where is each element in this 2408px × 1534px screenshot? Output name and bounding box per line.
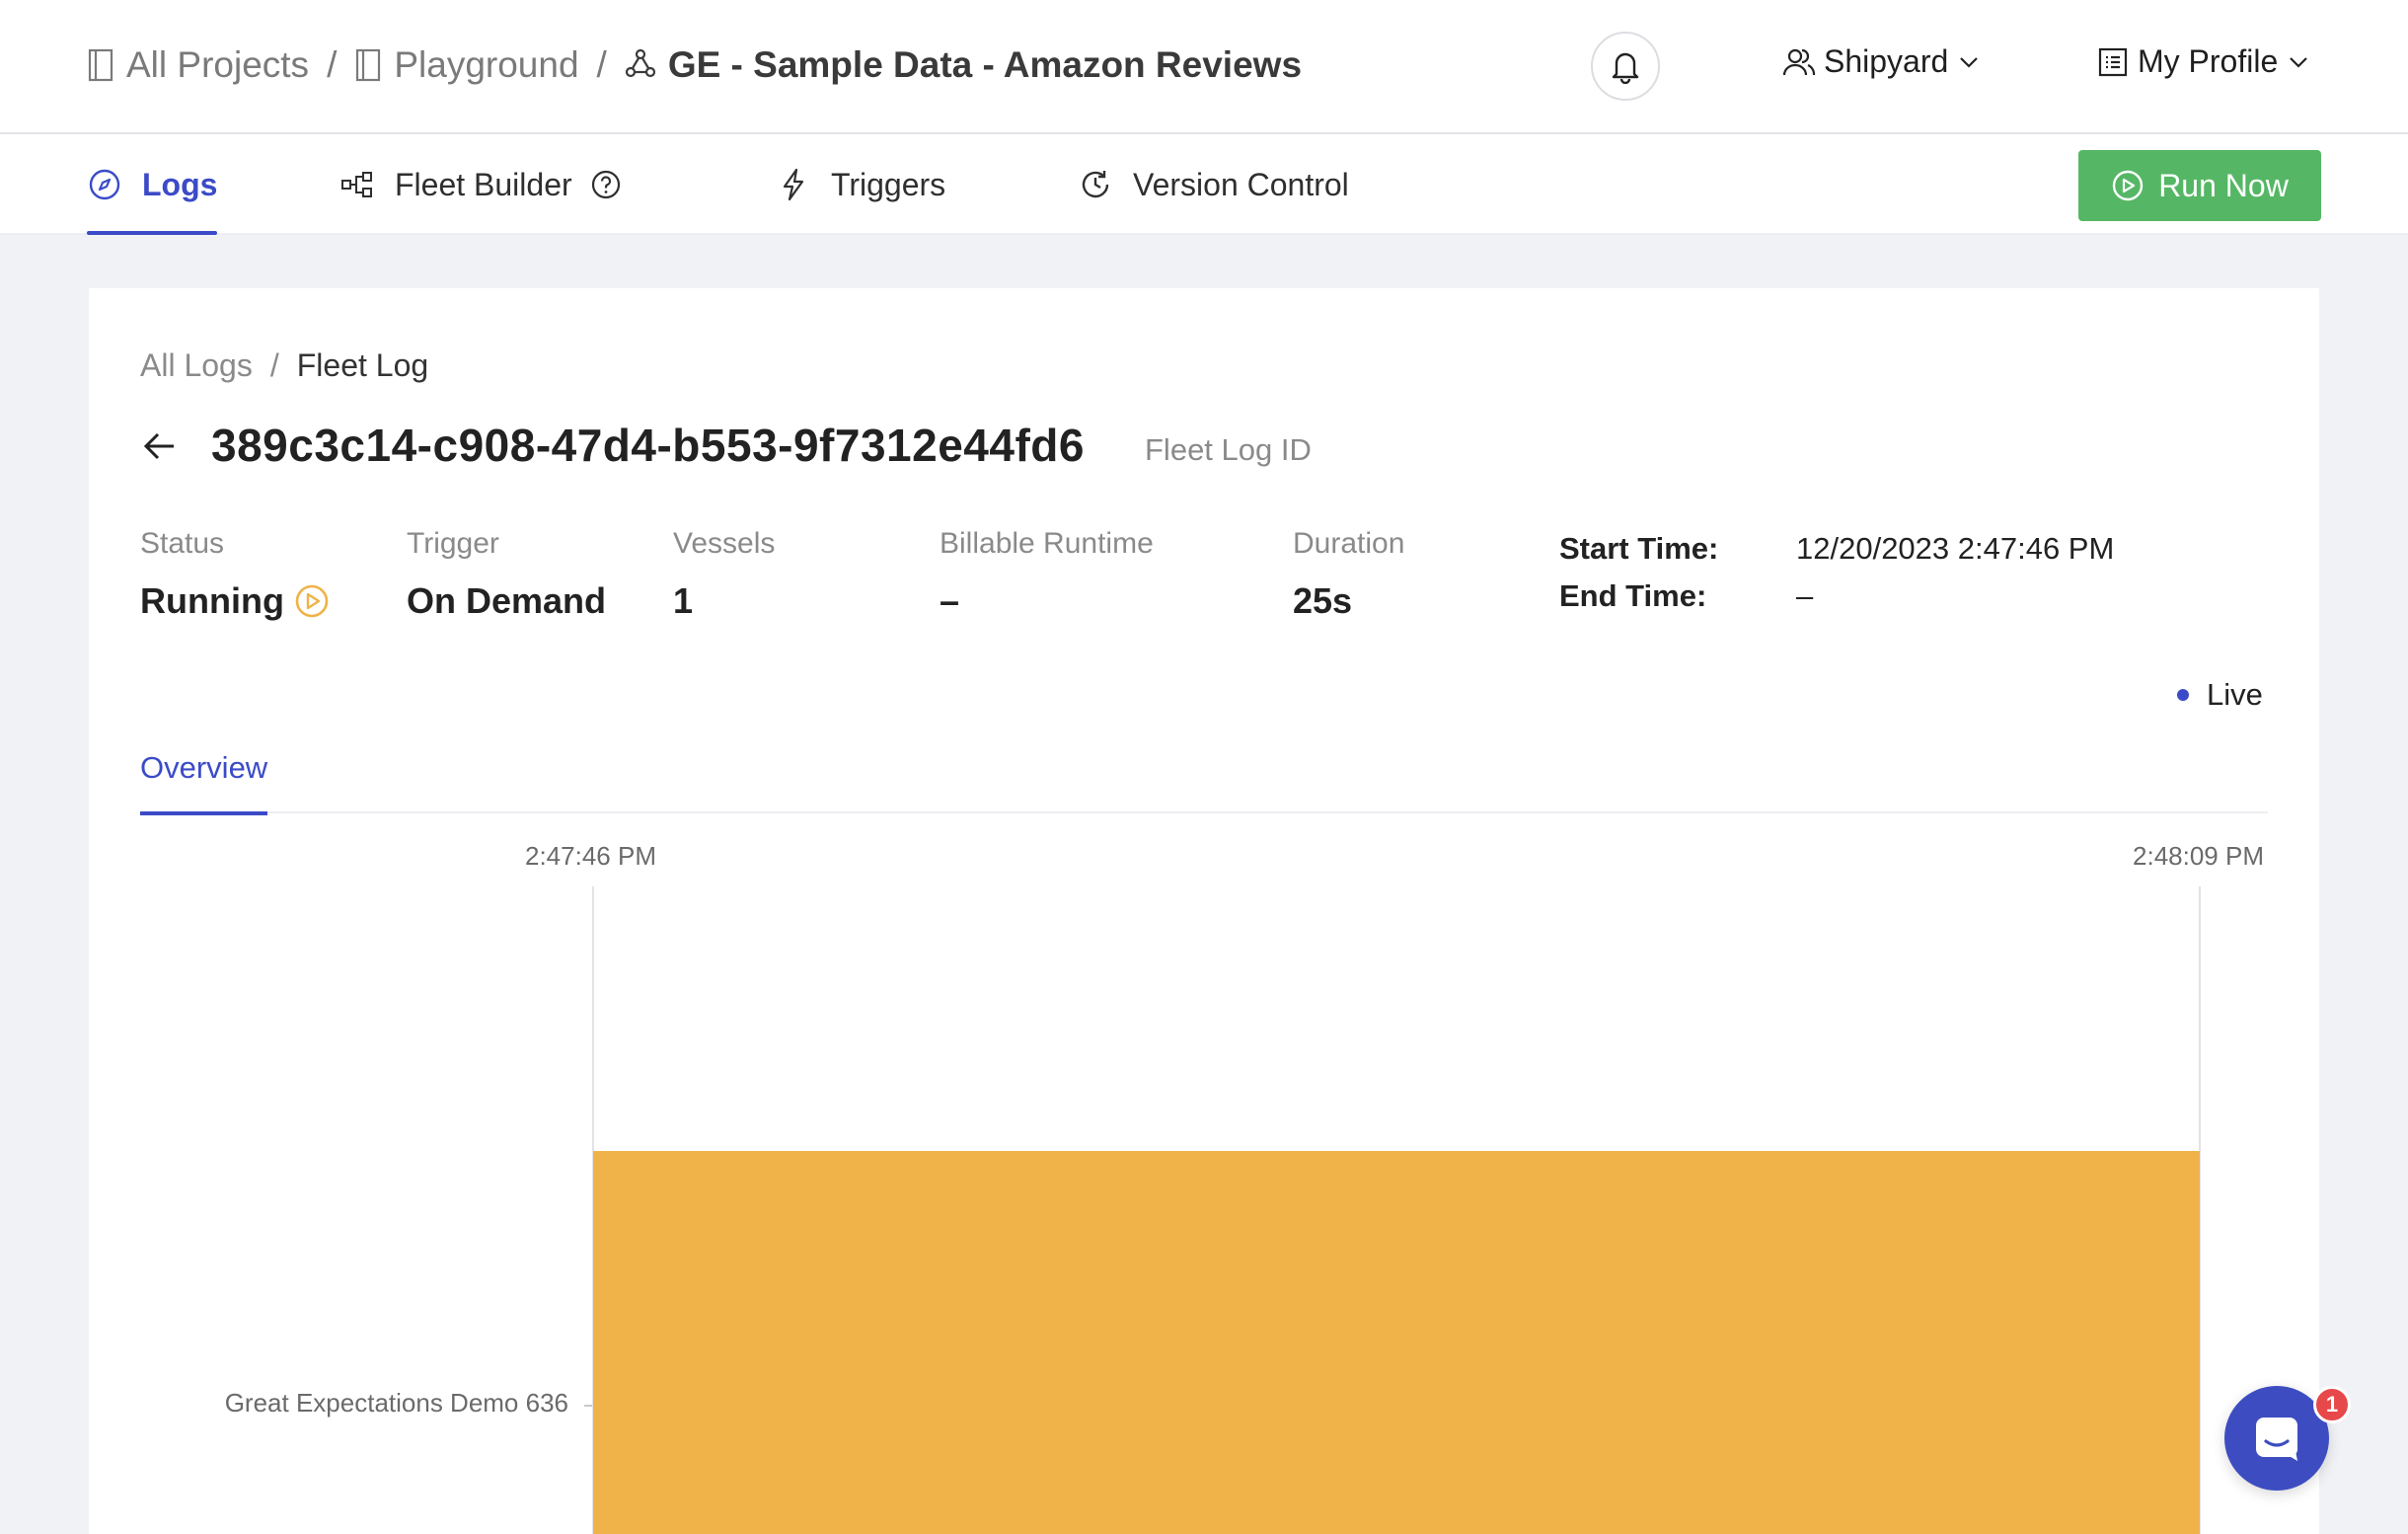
chevron-down-icon <box>1958 51 1980 73</box>
breadcrumb-label: Playground <box>394 44 579 85</box>
breadcrumb-separator: / <box>327 44 338 85</box>
org-menu-label: Shipyard <box>1824 43 1949 79</box>
top-bar: All Projects / Playground / GE - Sample … <box>0 0 2408 134</box>
profile-menu-label: My Profile <box>2138 43 2279 79</box>
vessels-field: Vessels 1 <box>673 527 775 622</box>
history-icon <box>1078 167 1113 202</box>
end-time-value: – <box>1796 578 1814 613</box>
notifications-button[interactable] <box>1591 32 1660 101</box>
timeline-row-tick <box>584 1405 592 1407</box>
back-button[interactable] <box>140 426 180 466</box>
vessels-label: Vessels <box>673 527 776 560</box>
tab-label: Logs <box>142 166 218 202</box>
org-menu[interactable]: Shipyard <box>1782 43 1980 80</box>
duration-value: 25s <box>1293 580 1353 621</box>
start-time-label: Start Time: <box>1559 531 1719 566</box>
profile-card-icon <box>2096 45 2130 79</box>
tab-version-control[interactable]: Version Control <box>1078 134 1349 235</box>
billable-runtime-field: Billable Runtime – <box>940 527 1154 622</box>
fleet-tabs: Logs Fleet Builder Triggers Version Cont… <box>0 134 2408 235</box>
status-value: Running <box>140 580 284 621</box>
vessel-run-bar[interactable] <box>593 1151 2200 1534</box>
vessels-value: 1 <box>673 580 694 621</box>
breadcrumb-label: GE - Sample Data - Amazon Reviews <box>667 44 1303 85</box>
tab-triggers[interactable]: Triggers <box>776 134 945 235</box>
bell-icon <box>1609 48 1642 84</box>
status-label: Status <box>140 527 225 560</box>
log-breadcrumb: All Logs / Fleet Log <box>140 347 428 384</box>
breadcrumb-label: All Projects <box>126 44 310 85</box>
live-indicator: Live <box>2177 677 2263 713</box>
tab-overview[interactable]: Overview <box>140 723 268 815</box>
run-now-label: Run Now <box>2158 167 2289 203</box>
help-icon[interactable] <box>590 169 622 200</box>
tab-fleet-builder[interactable]: Fleet Builder <box>339 134 622 235</box>
vessel-timeline: 2:47:46 PM 2:48:09 PM Great Expectations… <box>89 841 2319 1534</box>
fleet-builder-icon <box>339 167 375 202</box>
live-label: Live <box>2207 677 2263 712</box>
log-view-tabs: Overview <box>140 723 2268 815</box>
breadcrumb: All Projects / Playground / GE - Sample … <box>87 39 1302 91</box>
lightning-icon <box>776 167 811 202</box>
live-dot-icon <box>2177 689 2189 701</box>
status-field: Status Running <box>140 527 330 622</box>
fleet-icon <box>625 47 656 83</box>
timeline-end-tick: 2:48:09 PM <box>2133 841 2264 871</box>
play-circle-icon <box>2111 169 2145 202</box>
breadcrumb-separator: / <box>596 44 607 85</box>
log-breadcrumb-all-logs[interactable]: All Logs <box>140 347 253 384</box>
tab-label: Version Control <box>1133 166 1349 202</box>
timeline-row-label: Great Expectations Demo 636 <box>224 1388 568 1418</box>
fleet-log-id: 389c3c14-c908-47d4-b553-9f7312e44fd6 <box>211 420 1085 471</box>
trigger-field: Trigger On Demand <box>407 527 606 622</box>
compass-icon <box>87 167 122 202</box>
breadcrumb-all-projects[interactable]: All Projects <box>87 44 309 86</box>
fleet-log-id-label: Fleet Log ID <box>1145 432 1312 467</box>
folder-icon <box>87 47 114 83</box>
run-times: Start Time: 12/20/2023 2:47:46 PM End Ti… <box>1559 525 2114 620</box>
trigger-label: Trigger <box>407 527 499 560</box>
running-status-icon <box>294 583 330 619</box>
fleet-log-card: All Logs / Fleet Log 389c3c14-c908-47d4-… <box>89 288 2319 1534</box>
end-time-label: End Time: <box>1559 578 1707 613</box>
arrow-left-icon <box>140 426 180 466</box>
duration-field: Duration 25s <box>1293 527 1404 622</box>
billable-runtime-value: – <box>940 580 960 621</box>
profile-menu[interactable]: My Profile <box>2096 43 2309 80</box>
chevron-down-icon <box>2288 51 2309 73</box>
run-now-button[interactable]: Run Now <box>2078 150 2321 221</box>
trigger-value: On Demand <box>407 580 607 621</box>
log-breadcrumb-current: Fleet Log <box>296 347 429 383</box>
chat-icon <box>2252 1414 2301 1463</box>
billable-runtime-label: Billable Runtime <box>940 527 1154 560</box>
breadcrumb-fleet: GE - Sample Data - Amazon Reviews <box>625 44 1302 86</box>
breadcrumb-playground[interactable]: Playground <box>354 44 579 86</box>
tab-label: Triggers <box>831 166 946 202</box>
timeline-start-tick: 2:47:46 PM <box>525 841 656 871</box>
log-breadcrumb-separator: / <box>269 347 279 383</box>
tab-label: Fleet Builder <box>395 166 572 202</box>
start-time-value: 12/20/2023 2:47:46 PM <box>1796 531 2115 566</box>
folder-icon <box>354 47 382 83</box>
tab-logs[interactable]: Logs <box>87 134 218 235</box>
chat-unread-badge: 1 <box>2313 1386 2351 1423</box>
users-icon <box>1782 45 1816 79</box>
duration-label: Duration <box>1293 527 1405 560</box>
